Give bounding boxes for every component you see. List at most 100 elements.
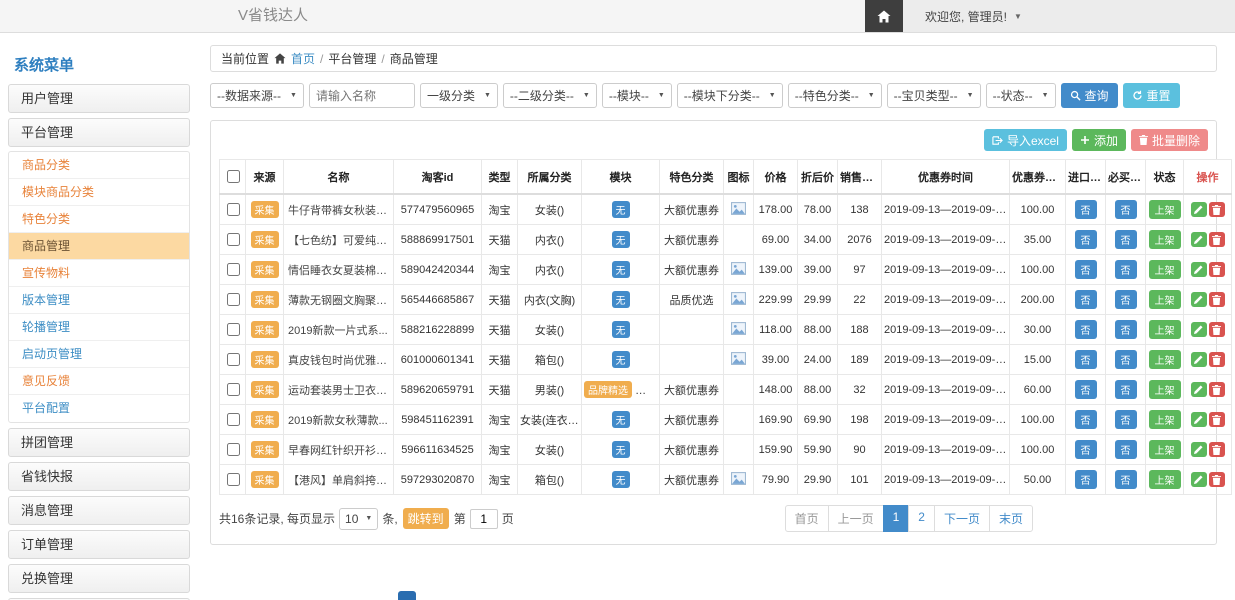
filter-select-module[interactable]: --模块--▼ [602,83,672,108]
filter-select-level1-category[interactable]: 一级分类▼ [420,83,498,108]
must-buy-toggle[interactable]: 否 [1115,290,1137,309]
sidebar-subitem[interactable]: 模块商品分类 [9,179,189,206]
add-button[interactable]: 添加 [1072,129,1126,151]
import-select-toggle[interactable]: 否 [1075,410,1097,429]
sidebar-subitem[interactable]: 宣传物料 [9,260,189,287]
delete-button[interactable] [1209,352,1225,367]
sidebar-subitem[interactable]: 轮播管理 [9,314,189,341]
filter-select-feature-category[interactable]: --特色分类--▼ [788,83,882,108]
status-toggle[interactable]: 上架 [1149,200,1181,219]
delete-button[interactable] [1209,442,1225,457]
delete-button[interactable] [1209,322,1225,337]
must-buy-toggle[interactable]: 否 [1115,200,1137,219]
import-select-toggle[interactable]: 否 [1075,320,1097,339]
must-buy-toggle[interactable]: 否 [1115,350,1137,369]
row-checkbox[interactable] [227,203,240,216]
sidebar-subitem[interactable]: 平台配置 [9,395,189,422]
page-button[interactable]: 首页 [785,505,829,532]
status-toggle[interactable]: 上架 [1149,260,1181,279]
page-button[interactable]: 2 [908,505,935,532]
import-select-toggle[interactable]: 否 [1075,350,1097,369]
row-checkbox[interactable] [227,443,240,456]
sidebar-subitem[interactable]: 版本管理 [9,287,189,314]
import-select-toggle[interactable]: 否 [1075,470,1097,489]
edit-button[interactable] [1191,292,1207,307]
status-toggle[interactable]: 上架 [1149,440,1181,459]
must-buy-toggle[interactable]: 否 [1115,230,1137,249]
delete-button[interactable] [1209,472,1225,487]
name-search-input[interactable] [309,83,415,108]
filter-select-module-sub-category[interactable]: --模块下分类--▼ [677,83,783,108]
edit-button[interactable] [1191,472,1207,487]
row-checkbox[interactable] [227,263,240,276]
delete-button[interactable] [1209,202,1225,217]
delete-button[interactable] [1209,292,1225,307]
page-button[interactable]: 上一页 [828,505,884,532]
select-all-checkbox[interactable] [227,170,240,183]
sidebar-item-platform[interactable]: 平台管理 [8,118,190,147]
row-checkbox[interactable] [227,323,240,336]
page-button[interactable]: 末页 [989,505,1033,532]
must-buy-toggle[interactable]: 否 [1115,470,1137,489]
edit-button[interactable] [1191,442,1207,457]
sidebar-item-express[interactable]: 省钱快报 [8,462,190,491]
search-button[interactable]: 查询 [1061,83,1118,108]
jump-button[interactable]: 跳转到 [403,508,449,529]
status-toggle[interactable]: 上架 [1149,470,1181,489]
sidebar-subitem[interactable]: 商品分类 [9,152,189,179]
status-toggle[interactable]: 上架 [1149,320,1181,339]
status-toggle[interactable]: 上架 [1149,350,1181,369]
edit-button[interactable] [1191,202,1207,217]
breadcrumb-home-link[interactable]: 首页 [291,50,315,67]
edit-button[interactable] [1191,262,1207,277]
sidebar-item-group-buy[interactable]: 拼团管理 [8,428,190,457]
sidebar-item-message[interactable]: 消息管理 [8,496,190,525]
import-select-toggle[interactable]: 否 [1075,200,1097,219]
import-select-toggle[interactable]: 否 [1075,380,1097,399]
must-buy-toggle[interactable]: 否 [1115,320,1137,339]
edit-button[interactable] [1191,412,1207,427]
sidebar-item-order[interactable]: 订单管理 [8,530,190,559]
edit-button[interactable] [1191,232,1207,247]
filter-select-data-source[interactable]: --数据来源--▼ [210,83,304,108]
import-select-toggle[interactable]: 否 [1075,440,1097,459]
import-excel-button[interactable]: 导入excel [984,129,1067,151]
status-toggle[interactable]: 上架 [1149,410,1181,429]
delete-button[interactable] [1209,232,1225,247]
sidebar-subitem[interactable]: 启动页管理 [9,341,189,368]
edit-button[interactable] [1191,352,1207,367]
row-checkbox[interactable] [227,473,240,486]
filter-select-level2-category[interactable]: --二级分类--▼ [503,83,597,108]
row-checkbox[interactable] [227,293,240,306]
sidebar-subitem[interactable]: 特色分类 [9,206,189,233]
home-button[interactable] [865,0,903,32]
row-checkbox[interactable] [227,413,240,426]
delete-button[interactable] [1209,262,1225,277]
sidebar-item-exchange[interactable]: 兑换管理 [8,564,190,593]
batch-delete-button[interactable]: 批量删除 [1131,129,1208,151]
user-menu[interactable]: 欢迎您, 管理员! ▼ [903,0,1235,32]
delete-button[interactable] [1209,382,1225,397]
sidebar-item-user[interactable]: 用户管理 [8,84,190,113]
page-button[interactable]: 1 [883,505,910,532]
status-toggle[interactable]: 上架 [1149,230,1181,249]
filter-select-item-type[interactable]: --宝贝类型--▼ [887,83,981,108]
page-button[interactable]: 下一页 [934,505,990,532]
sidebar-subitem[interactable]: 商品管理 [9,233,189,260]
edit-button[interactable] [1191,382,1207,397]
delete-button[interactable] [1209,412,1225,427]
import-select-toggle[interactable]: 否 [1075,260,1097,279]
row-checkbox[interactable] [227,383,240,396]
status-toggle[interactable]: 上架 [1149,290,1181,309]
import-select-toggle[interactable]: 否 [1075,290,1097,309]
row-checkbox[interactable] [227,233,240,246]
must-buy-toggle[interactable]: 否 [1115,260,1137,279]
filter-select-status[interactable]: --状态--▼ [986,83,1056,108]
import-select-toggle[interactable]: 否 [1075,230,1097,249]
reset-button[interactable]: 重置 [1123,83,1180,108]
must-buy-toggle[interactable]: 否 [1115,380,1137,399]
status-toggle[interactable]: 上架 [1149,380,1181,399]
page-number-input[interactable] [470,509,498,529]
sidebar-subitem[interactable]: 意见反馈 [9,368,189,395]
must-buy-toggle[interactable]: 否 [1115,440,1137,459]
